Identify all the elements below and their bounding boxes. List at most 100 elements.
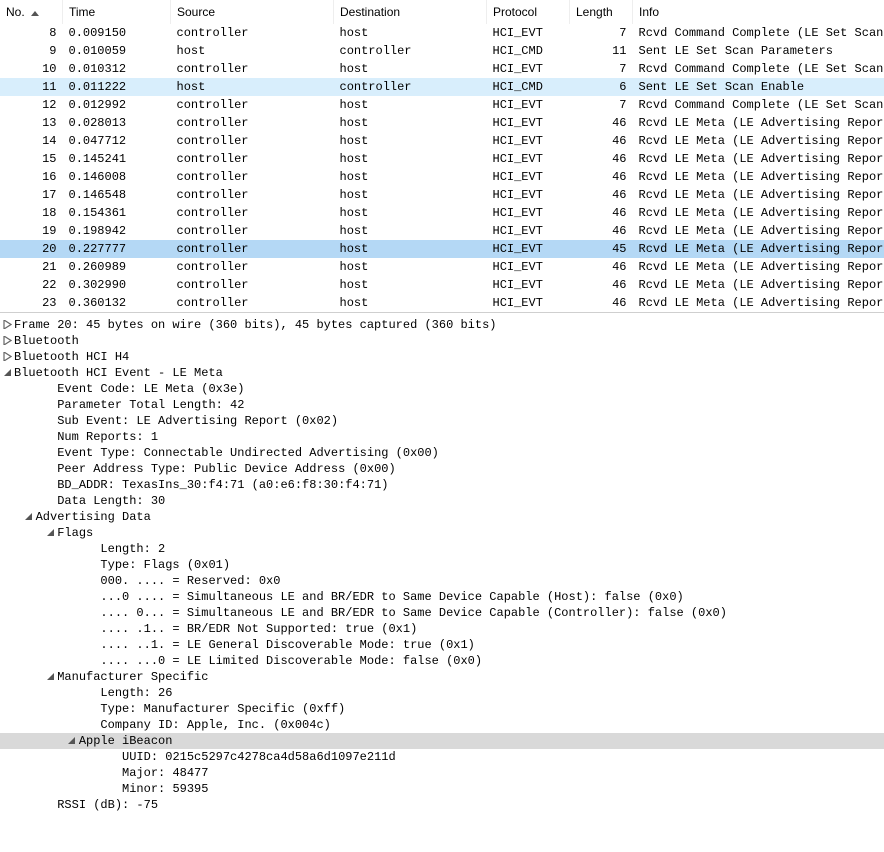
- column-header-time[interactable]: Time: [63, 0, 171, 24]
- tree-leaf: BD_ADDR: TexasIns_30:f4:71 (a0:e6:f8:30:…: [0, 477, 884, 493]
- packet-row[interactable]: 120.012992controllerhostHCI_EVT7Rcvd Com…: [0, 96, 884, 114]
- tree-branch[interactable]: Bluetooth: [0, 333, 884, 349]
- cell-no: 18: [0, 204, 63, 222]
- column-header-destination[interactable]: Destination: [334, 0, 487, 24]
- packet-row[interactable]: 220.302990controllerhostHCI_EVT46Rcvd LE…: [0, 276, 884, 294]
- tree-leaf: Num Reports: 1: [0, 429, 884, 445]
- cell-source: controller: [171, 258, 334, 276]
- tree-label: Bluetooth: [14, 334, 79, 348]
- cell-source: controller: [171, 60, 334, 78]
- cell-destination: host: [334, 240, 487, 258]
- tree-leaf: Company ID: Apple, Inc. (0x004c): [0, 717, 884, 733]
- cell-no: 23: [0, 294, 63, 312]
- tree-label: Num Reports: 1: [57, 430, 158, 444]
- tree-label: Type: Flags (0x01): [100, 558, 230, 572]
- tree-label: Minor: 59395: [122, 782, 208, 796]
- cell-protocol: HCI_EVT: [487, 60, 570, 78]
- cell-no: 19: [0, 222, 63, 240]
- packet-row[interactable]: 150.145241controllerhostHCI_EVT46Rcvd LE…: [0, 150, 884, 168]
- cell-time: 0.154361: [63, 204, 171, 222]
- chevron-down-icon[interactable]: [0, 365, 14, 381]
- tree-label: Flags: [57, 526, 93, 540]
- cell-length: 45: [570, 240, 633, 258]
- cell-protocol: HCI_EVT: [487, 204, 570, 222]
- cell-protocol: HCI_EVT: [487, 114, 570, 132]
- chevron-down-icon[interactable]: [65, 733, 79, 749]
- packet-row[interactable]: 230.360132controllerhostHCI_EVT46Rcvd LE…: [0, 294, 884, 312]
- tree-label: Company ID: Apple, Inc. (0x004c): [100, 718, 330, 732]
- tree-branch[interactable]: Flags: [0, 525, 884, 541]
- tree-branch[interactable]: Bluetooth HCI Event - LE Meta: [0, 365, 884, 381]
- packet-row[interactable]: 180.154361controllerhostHCI_EVT46Rcvd LE…: [0, 204, 884, 222]
- tree-label: Bluetooth HCI H4: [14, 350, 129, 364]
- cell-length: 46: [570, 222, 633, 240]
- tree-label: ...0 .... = Simultaneous LE and BR/EDR t…: [100, 590, 683, 604]
- tree-label: Major: 48477: [122, 766, 208, 780]
- cell-no: 22: [0, 276, 63, 294]
- cell-length: 46: [570, 276, 633, 294]
- cell-no: 12: [0, 96, 63, 114]
- chevron-right-icon[interactable]: [0, 333, 14, 349]
- tree-leaf: Type: Flags (0x01): [0, 557, 884, 573]
- chevron-right-icon[interactable]: [0, 317, 14, 333]
- packet-row[interactable]: 140.047712controllerhostHCI_EVT46Rcvd LE…: [0, 132, 884, 150]
- tree-label: Frame 20: 45 bytes on wire (360 bits), 4…: [14, 318, 496, 332]
- cell-info: Rcvd LE Meta (LE Advertising Report): [633, 132, 884, 150]
- tree-branch[interactable]: Bluetooth HCI H4: [0, 349, 884, 365]
- tree-label: Event Code: LE Meta (0x3e): [57, 382, 244, 396]
- cell-time: 0.028013: [63, 114, 171, 132]
- chevron-down-icon[interactable]: [43, 669, 57, 685]
- tree-label: Data Length: 30: [57, 494, 165, 508]
- cell-destination: host: [334, 276, 487, 294]
- packet-row[interactable]: 200.227777controllerhostHCI_EVT45Rcvd LE…: [0, 240, 884, 258]
- tree-branch[interactable]: Advertising Data: [0, 509, 884, 525]
- tree-leaf: ...0 .... = Simultaneous LE and BR/EDR t…: [0, 589, 884, 605]
- column-header-source[interactable]: Source: [171, 0, 334, 24]
- cell-destination: host: [334, 150, 487, 168]
- tree-branch[interactable]: Manufacturer Specific: [0, 669, 884, 685]
- cell-info: Rcvd Command Complete (LE Set Scan Param…: [633, 60, 884, 78]
- packet-row[interactable]: 90.010059hostcontrollerHCI_CMD11Sent LE …: [0, 42, 884, 60]
- cell-no: 20: [0, 240, 63, 258]
- tree-label: RSSI (dB): -75: [57, 798, 158, 812]
- packet-row[interactable]: 210.260989controllerhostHCI_EVT46Rcvd LE…: [0, 258, 884, 276]
- cell-no: 21: [0, 258, 63, 276]
- tree-branch[interactable]: Apple iBeacon: [0, 733, 884, 749]
- cell-source: controller: [171, 150, 334, 168]
- packet-row[interactable]: 100.010312controllerhostHCI_EVT7Rcvd Com…: [0, 60, 884, 78]
- packet-row[interactable]: 130.028013controllerhostHCI_EVT46Rcvd LE…: [0, 114, 884, 132]
- cell-no: 15: [0, 150, 63, 168]
- cell-time: 0.146548: [63, 186, 171, 204]
- chevron-down-icon[interactable]: [43, 525, 57, 541]
- packet-list-pane[interactable]: No.TimeSourceDestinationProtocolLengthIn…: [0, 0, 884, 313]
- packet-row[interactable]: 160.146008controllerhostHCI_EVT46Rcvd LE…: [0, 168, 884, 186]
- tree-label: Sub Event: LE Advertising Report (0x02): [57, 414, 338, 428]
- chevron-right-icon[interactable]: [0, 349, 14, 365]
- cell-destination: host: [334, 24, 487, 42]
- column-header-length[interactable]: Length: [570, 0, 633, 24]
- cell-destination: host: [334, 186, 487, 204]
- cell-no: 11: [0, 78, 63, 96]
- packet-details-pane[interactable]: Frame 20: 45 bytes on wire (360 bits), 4…: [0, 313, 884, 817]
- cell-no: 13: [0, 114, 63, 132]
- column-header-no[interactable]: No.: [0, 0, 63, 24]
- cell-length: 46: [570, 150, 633, 168]
- cell-length: 46: [570, 204, 633, 222]
- cell-source: controller: [171, 132, 334, 150]
- tree-label: Bluetooth HCI Event - LE Meta: [14, 366, 223, 380]
- cell-protocol: HCI_EVT: [487, 186, 570, 204]
- packet-row[interactable]: 190.198942controllerhostHCI_EVT46Rcvd LE…: [0, 222, 884, 240]
- tree-leaf: Data Length: 30: [0, 493, 884, 509]
- tree-leaf: Major: 48477: [0, 765, 884, 781]
- cell-destination: host: [334, 294, 487, 312]
- column-header-info[interactable]: Info: [633, 0, 884, 24]
- cell-source: controller: [171, 222, 334, 240]
- packet-row[interactable]: 110.011222hostcontrollerHCI_CMD6Sent LE …: [0, 78, 884, 96]
- chevron-down-icon[interactable]: [22, 509, 36, 525]
- column-header-protocol[interactable]: Protocol: [487, 0, 570, 24]
- packet-row[interactable]: 80.009150controllerhostHCI_EVT7Rcvd Comm…: [0, 24, 884, 42]
- packet-row[interactable]: 170.146548controllerhostHCI_EVT46Rcvd LE…: [0, 186, 884, 204]
- tree-leaf: 000. .... = Reserved: 0x0: [0, 573, 884, 589]
- tree-leaf: Sub Event: LE Advertising Report (0x02): [0, 413, 884, 429]
- tree-branch[interactable]: Frame 20: 45 bytes on wire (360 bits), 4…: [0, 317, 884, 333]
